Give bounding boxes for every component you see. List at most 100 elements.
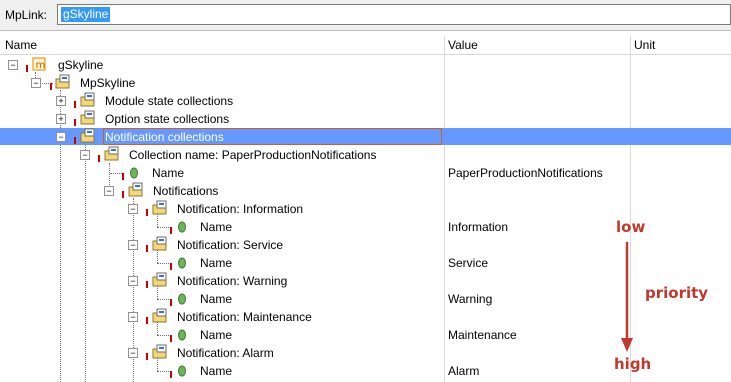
value-cell[interactable]: PaperProductionNotifications [448,166,603,180]
tree-row-mpskyline[interactable]: − MpSkyline [0,74,731,92]
warning-marker-icon [74,137,76,144]
tree-label-collection-name: Collection name: PaperProductionNotifica… [129,148,377,162]
collapse-icon[interactable]: − [128,204,138,214]
tree-label-mpskyline: MpSkyline [80,76,136,90]
warning-marker-icon [122,191,124,198]
tree-line [157,263,171,264]
warning-marker-icon [146,281,148,288]
tree-label-notification: Notification: Warning [177,274,288,288]
column-header: Name Value Unit [0,36,731,55]
tree-label-option-state: Option state collections [105,112,230,126]
value-cell[interactable]: Maintenance [448,328,517,342]
warning-marker-icon [146,245,148,252]
column-name-header[interactable]: Name [5,38,37,52]
collapse-icon[interactable]: − [128,312,138,322]
collapse-icon[interactable]: − [104,186,114,196]
folder-struct-icon [104,146,119,161]
value-cell[interactable]: Alarm [448,364,479,378]
folder-struct-icon [80,92,95,107]
expand-icon[interactable]: + [56,114,66,124]
expand-icon[interactable]: + [56,96,66,106]
value-cell[interactable]: Warning [448,292,492,306]
mplink-input-value[interactable]: gSkyline [61,7,111,22]
tree-label-name: Name [200,256,233,270]
warning-marker-icon [170,371,172,378]
tree-label-name: Name [200,364,233,378]
tree-label-notifications: Notifications [153,184,219,198]
collapse-icon[interactable]: − [8,60,18,70]
folder-struct-icon [80,110,95,125]
tree-label-name: Name [200,328,233,342]
tree-label-notification: Notification: Information [177,202,304,216]
warning-marker-icon [74,119,76,126]
tree-label-notification: Notification: Maintenance [177,310,312,324]
collapse-icon[interactable]: − [128,348,138,358]
warning-marker-icon [122,173,124,180]
tree-label-module-state: Module state collections [105,94,234,108]
annotation-low: low [616,218,646,236]
collapse-icon[interactable]: − [128,276,138,286]
tree-row-notifications[interactable]: − Notifications [0,182,731,200]
variable-icon [178,221,186,233]
warning-marker-icon [146,317,148,324]
module-icon: m [32,57,46,71]
folder-struct-icon [152,308,167,323]
folder-struct-icon [55,74,70,89]
tree-label-name: Name [200,292,233,306]
mplink-label: MpLink: [5,8,48,22]
value-cell[interactable]: Information [448,220,508,234]
tree-row-collection-name[interactable]: − Collection name: PaperProductionNotifi… [0,146,731,164]
annotation-high: high [614,355,652,373]
tree-row-collection-name-value[interactable]: Name PaperProductionNotifications [0,164,731,182]
mplink-bar: MpLink: gSkyline [0,0,731,31]
collapse-icon[interactable]: − [56,132,66,142]
warning-marker-icon [170,335,172,342]
collapse-icon[interactable]: − [128,240,138,250]
folder-struct-icon [128,182,143,197]
variable-icon [130,167,138,179]
tree-label-name: Name [152,166,185,180]
warning-marker-icon [146,209,148,216]
column-value-header[interactable]: Value [448,38,478,52]
tree-line [157,322,158,335]
variable-icon [178,329,186,341]
tree-line [157,286,158,299]
tree-line [157,358,158,371]
value-cell[interactable]: Service [448,256,488,270]
tree-line [157,299,171,300]
mplink-input[interactable]: gSkyline [57,4,731,25]
warning-marker-icon [170,299,172,306]
svg-text:m: m [36,60,46,71]
tree-row-module-state[interactable]: + Module state collections [0,92,731,110]
tree-label-notification: Notification: Service [177,238,284,252]
folder-struct-icon [80,128,95,143]
folder-struct-icon [152,272,167,287]
collapse-icon[interactable]: − [31,78,41,88]
tree-line [157,371,171,372]
folder-struct-icon [152,236,167,251]
folder-struct-icon [152,200,167,215]
tree-row-gskyline[interactable]: − m gSkyline [0,56,731,74]
priority-arrow-icon [621,242,633,352]
warning-marker-icon [170,263,172,270]
tree-row-notification-collections[interactable]: − Notification collections [0,128,731,146]
tree-line [157,250,158,263]
tree-line [157,227,171,228]
tree-label-notification: Notification: Alarm [177,346,274,360]
tree-label-notification-collections: Notification collections [105,130,224,144]
tree-line [157,335,171,336]
warning-marker-icon [146,353,148,360]
warning-marker-icon [50,83,52,90]
tree-label-gskyline: gSkyline [58,58,104,72]
variable-icon [178,257,186,269]
tree-line [157,214,158,227]
collapse-icon[interactable]: − [80,150,90,160]
column-unit-header[interactable]: Unit [634,38,655,52]
variable-icon [178,365,186,377]
warning-marker-icon [74,101,76,108]
tree-row-option-state[interactable]: + Option state collections [0,110,731,128]
tree-row-notification-information[interactable]: − Notification: Information [0,200,731,218]
tree-label-name: Name [200,220,233,234]
annotation-priority: priority [645,284,709,302]
warning-marker-icon [26,65,28,72]
